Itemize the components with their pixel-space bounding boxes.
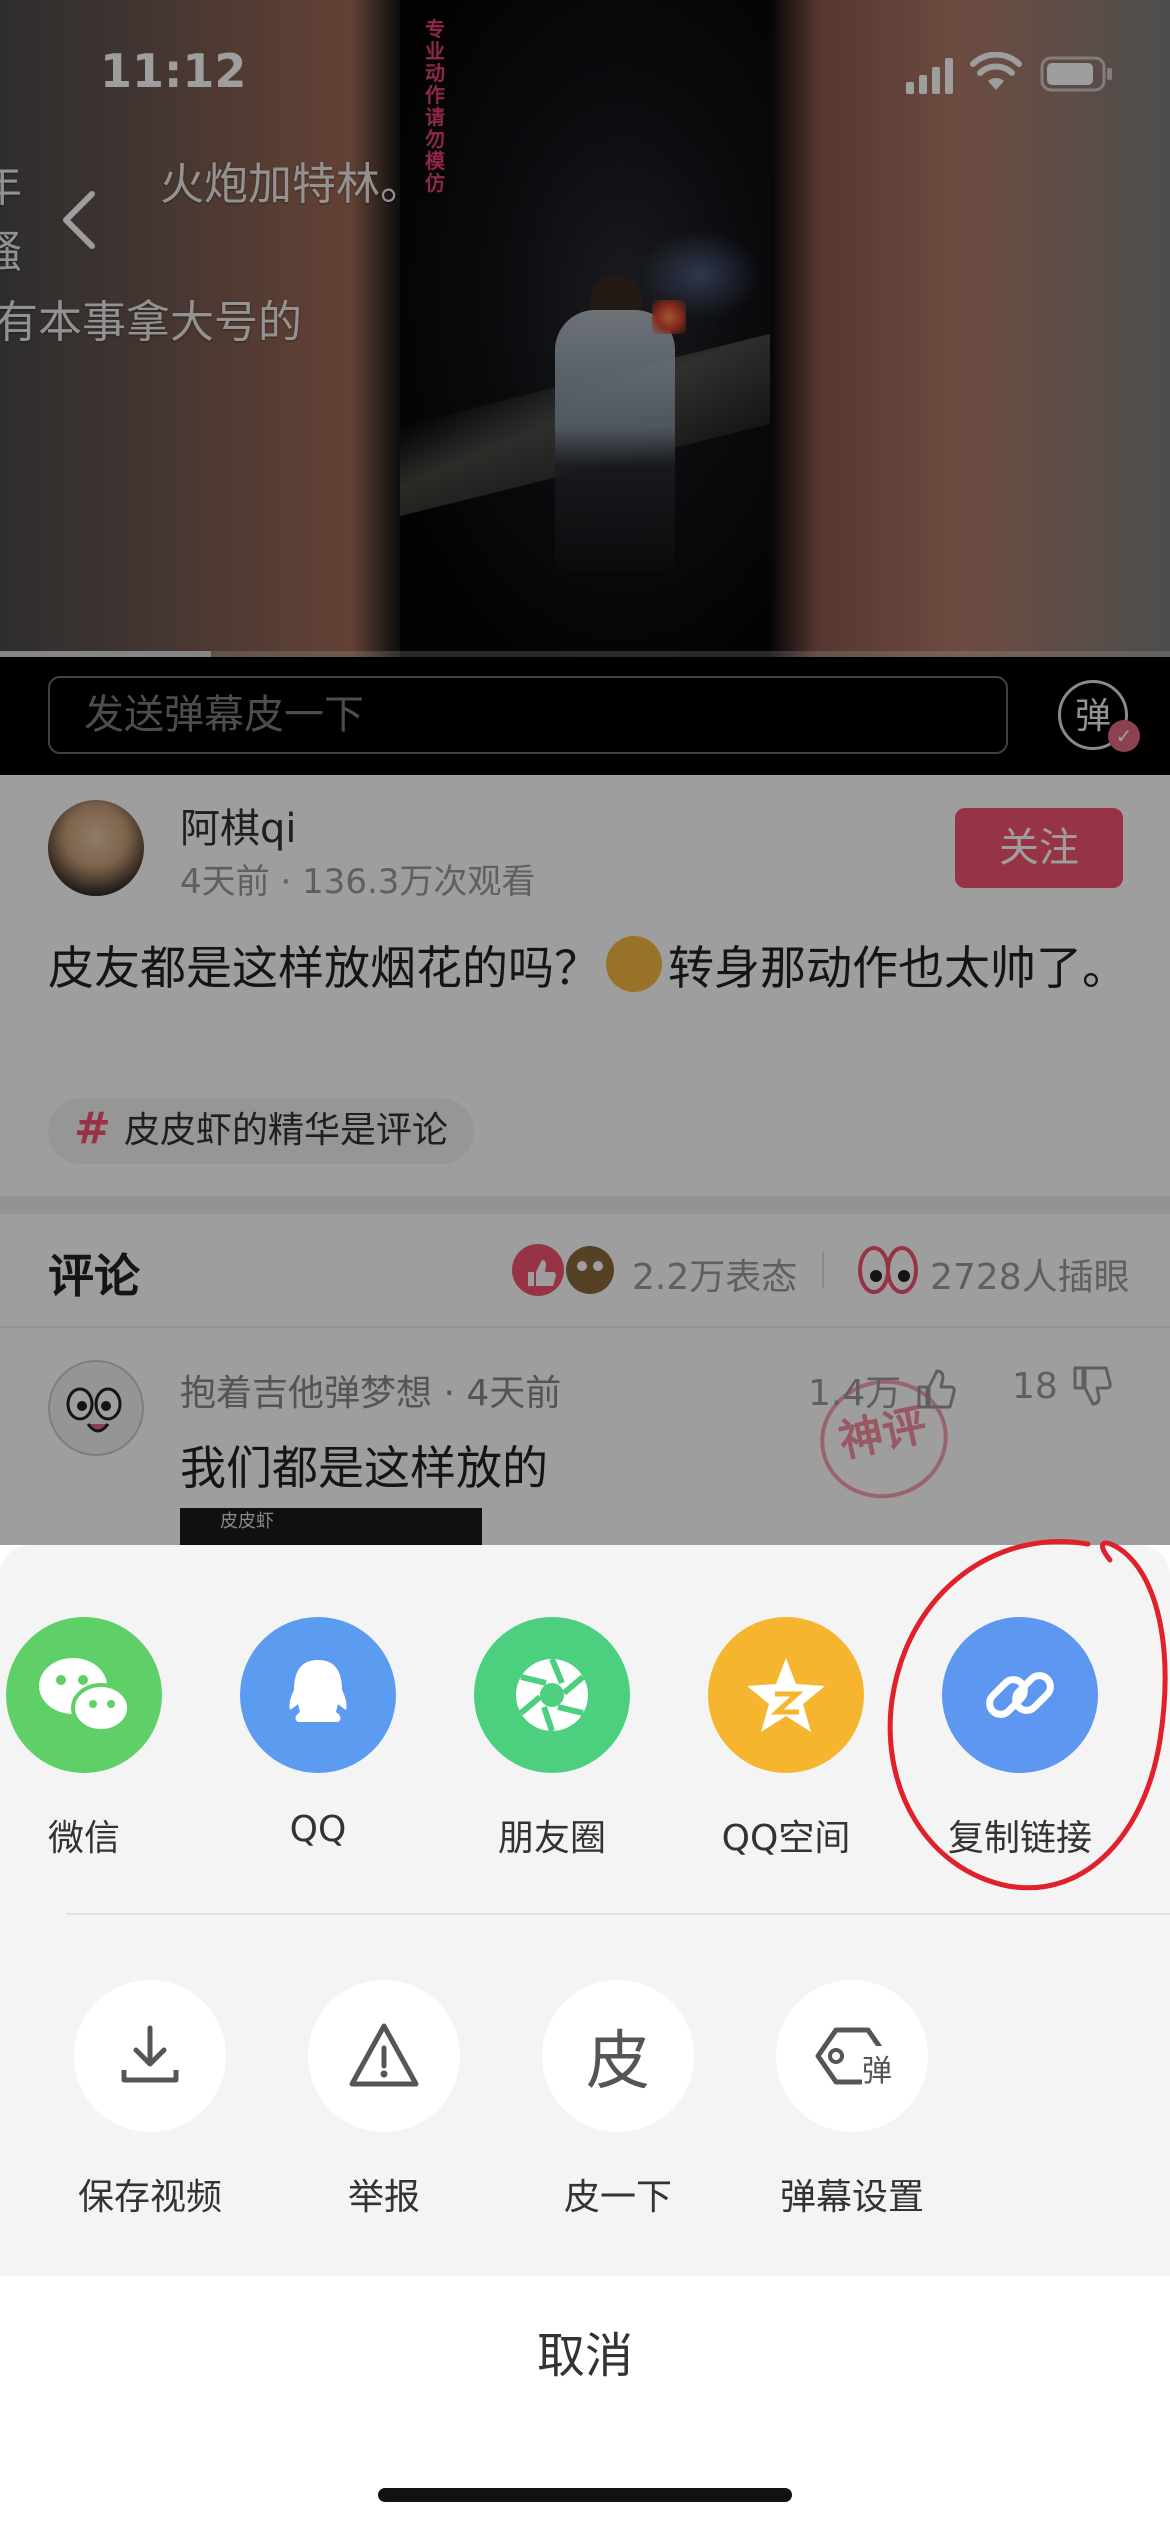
action-label: 皮一下 bbox=[563, 2177, 672, 2218]
action-label: 弹幕设置 bbox=[779, 2177, 924, 2218]
cancel-button[interactable]: 取消 bbox=[0, 2276, 1170, 2436]
action-label: 保存视频 bbox=[77, 2177, 222, 2218]
moments-icon bbox=[474, 1617, 630, 1773]
modal-backdrop[interactable] bbox=[0, 0, 1170, 1545]
action-report[interactable]: 举报 bbox=[284, 1980, 484, 2220]
divider bbox=[66, 1913, 1170, 1915]
share-wechat[interactable]: 微信 bbox=[0, 1617, 184, 1861]
share-label: QQ bbox=[289, 1809, 347, 1850]
pi-icon: 皮 bbox=[542, 1980, 694, 2132]
action-label: 举报 bbox=[347, 2177, 420, 2218]
action-pi[interactable]: 皮 皮一下 bbox=[518, 1980, 718, 2220]
danmaku-glyph: 弹 bbox=[862, 2046, 892, 2090]
share-label: 微信 bbox=[47, 1818, 120, 1859]
pi-glyph: 皮 bbox=[586, 2025, 650, 2099]
action-save-video[interactable]: 保存视频 bbox=[50, 1980, 250, 2220]
warning-icon bbox=[308, 1980, 460, 2132]
qq-icon bbox=[240, 1617, 396, 1773]
wechat-icon bbox=[6, 1617, 162, 1773]
share-label: 朋友圈 bbox=[497, 1818, 606, 1859]
download-icon bbox=[74, 1980, 226, 2132]
share-qzone[interactable]: QQ空间 bbox=[686, 1617, 886, 1861]
qzone-icon bbox=[708, 1617, 864, 1773]
action-danmaku-settings[interactable]: 弹 弹幕设置 bbox=[752, 1980, 952, 2220]
share-qq[interactable]: QQ bbox=[218, 1617, 418, 1850]
share-moments[interactable]: 朋友圈 bbox=[452, 1617, 652, 1861]
red-annotation-circle bbox=[887, 1539, 1168, 1891]
danmaku-settings-icon: 弹 bbox=[776, 1980, 928, 2132]
share-label: QQ空间 bbox=[721, 1818, 851, 1859]
home-indicator[interactable] bbox=[378, 2488, 792, 2502]
